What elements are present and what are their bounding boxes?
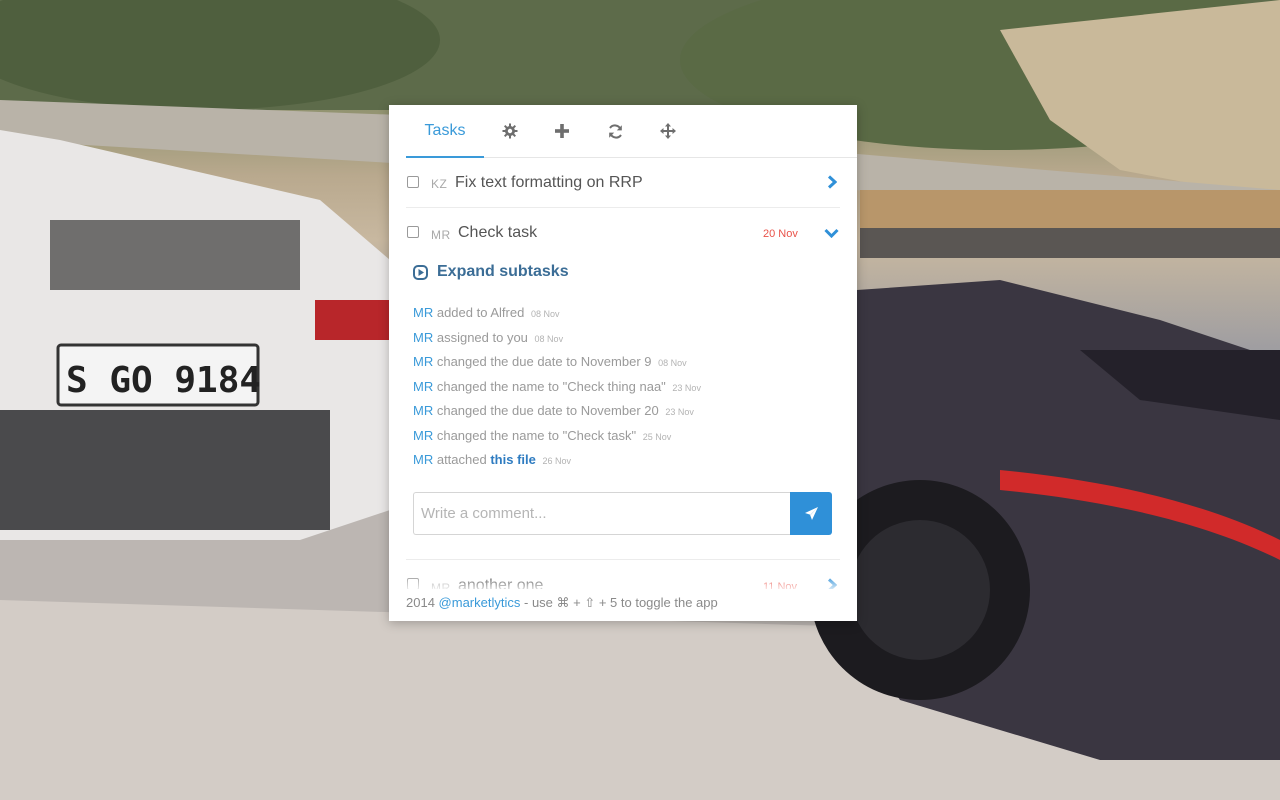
tab-tasks-label: Tasks: [424, 121, 466, 139]
send-icon: [804, 507, 818, 520]
chevron-down-icon[interactable]: [824, 228, 839, 238]
activity-user: MR: [413, 452, 434, 467]
activity-date: 08 Nov: [530, 309, 560, 319]
comment-input[interactable]: [413, 492, 791, 535]
send-comment-button[interactable]: [790, 492, 832, 535]
activity-user: MR: [413, 427, 434, 443]
chevron-right-icon[interactable]: [827, 175, 837, 189]
tasks-popup-panel: Tasks KZ Fix text formatting on RRP MR C…: [389, 105, 857, 621]
play-circle-icon: [413, 264, 428, 280]
activity-text: changed the name to "Check thing naa": [436, 378, 666, 394]
activity-user: MR: [413, 354, 434, 369]
activity-user: MR: [413, 305, 434, 320]
task-due-date: 20 Nov: [763, 228, 798, 240]
move-icon: [660, 123, 676, 139]
activity-date: 08 Nov: [658, 358, 687, 368]
tab-move[interactable]: [650, 105, 686, 157]
activity-log: MR added to Alfred 08 Nov MR assigned to…: [413, 305, 833, 477]
activity-date: 08 Nov: [534, 333, 564, 344]
footer-shortcut-hint: - use ⌘ + ⇧ + 5 to toggle the app: [524, 595, 718, 610]
svg-text:S GO 9184: S GO 9184: [66, 360, 261, 401]
tab-bar: Tasks: [406, 105, 857, 158]
footer-handle-link[interactable]: @marketlytics: [439, 595, 521, 610]
activity-text: added to Alfred: [436, 305, 525, 320]
activity-text: assigned to you: [436, 329, 528, 345]
tab-add-task[interactable]: [544, 105, 580, 157]
activity-date: 25 Nov: [642, 431, 672, 442]
activity-item: MR added to Alfred 08 Nov: [413, 305, 833, 330]
footer-year: 2014: [406, 595, 435, 610]
expand-subtasks-button[interactable]: Expand subtasks: [413, 263, 569, 281]
activity-text: changed the due date to November 20: [436, 403, 659, 418]
tab-refresh[interactable]: [597, 105, 633, 157]
activity-item: MR changed the due date to November 9 08…: [413, 354, 833, 379]
tab-tasks[interactable]: Tasks: [406, 105, 484, 158]
activity-user: MR: [413, 378, 434, 394]
activity-text: attached: [436, 452, 487, 467]
task-row: KZ Fix text formatting on RRP: [406, 158, 840, 208]
activity-user: MR: [413, 329, 434, 345]
expand-subtasks-label: Expand subtasks: [437, 263, 569, 280]
task-assignee-initials: KZ: [431, 177, 448, 191]
task-assignee-initials: MR: [431, 228, 451, 242]
footer-text: 2014 @marketlytics - use ⌘ + ⇧ + 5 to to…: [406, 595, 718, 611]
activity-item: MR attached this file 26 Nov: [413, 452, 833, 477]
activity-item: MR changed the name to "Check task" 25 N…: [413, 428, 833, 453]
task-title[interactable]: Check task: [458, 224, 537, 242]
activity-user: MR: [413, 403, 434, 418]
activity-item: MR changed the due date to November 20 2…: [413, 403, 833, 428]
gear-icon: [502, 123, 518, 139]
footer: 2014 @marketlytics - use ⌘ + ⇧ + 5 to to…: [389, 589, 857, 621]
plus-icon: [555, 124, 569, 138]
activity-item: MR assigned to you 08 Nov: [413, 330, 833, 355]
task-title[interactable]: Fix text formatting on RRP: [455, 174, 643, 192]
activity-date: 23 Nov: [672, 382, 701, 393]
activity-text: changed the due date to November 9: [436, 354, 652, 369]
attachment-link[interactable]: this file: [490, 452, 536, 467]
task-checkbox[interactable]: [407, 226, 419, 238]
task-checkbox[interactable]: [407, 176, 419, 188]
activity-date: 26 Nov: [542, 456, 572, 466]
activity-item: MR changed the name to "Check thing naa"…: [413, 379, 833, 404]
activity-date: 23 Nov: [665, 407, 694, 417]
task-row-expanded: MR Check task 20 Nov: [406, 208, 840, 258]
tab-settings[interactable]: [492, 105, 528, 157]
refresh-icon: [608, 123, 622, 139]
activity-text: changed the name to "Check task": [436, 427, 637, 443]
